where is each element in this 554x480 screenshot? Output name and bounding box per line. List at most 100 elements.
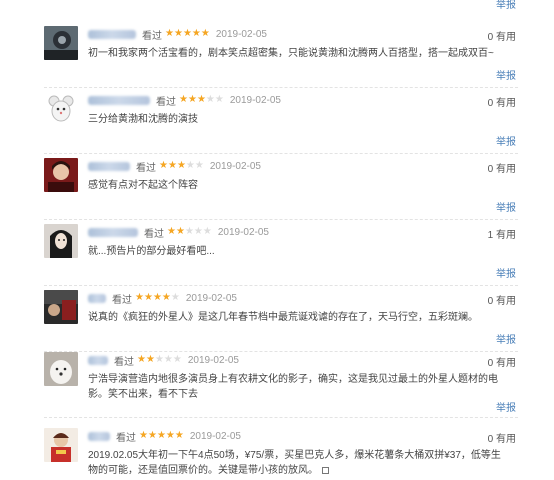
review-date: 2019-02-05 <box>185 292 237 304</box>
star-empty-icon: ★ <box>202 226 212 237</box>
review-item: 看过 ★ ★ ★ ★ ★ 2019-02-05 1 有用 就...预告片的部分最好看吧.… <box>0 220 554 286</box>
rating-stars: ★ ★ ★ ★ ★ <box>139 431 184 441</box>
star-empty-icon: ★ <box>154 354 164 365</box>
comment-text: 就...预告片的部分最好看吧... <box>88 246 215 257</box>
username-blurred[interactable] <box>88 293 106 303</box>
star-empty-icon: ★ <box>172 354 182 365</box>
star-filled-icon: ★ <box>187 94 197 105</box>
avatar[interactable] <box>44 352 78 386</box>
username-blurred[interactable] <box>88 355 108 365</box>
watch-status: 看过 <box>116 432 136 444</box>
star-filled-icon: ★ <box>179 94 188 105</box>
review-date: 2019-02-05 <box>229 94 281 106</box>
watch-status: 看过 <box>114 356 134 368</box>
review-date: 2019-02-05 <box>217 226 269 238</box>
useful-vote[interactable]: 0 有用 <box>488 292 516 307</box>
star-filled-icon: ★ <box>167 160 177 171</box>
star-filled-icon: ★ <box>137 354 146 365</box>
watch-status: 看过 <box>144 228 164 240</box>
comment-text: 2019.02.05大年初一下午4点50场，¥75/票，买星巴克人多，爆米花薯条… <box>88 448 502 478</box>
star-filled-icon: ★ <box>175 226 185 237</box>
star-filled-icon: ★ <box>139 430 148 441</box>
comment-text: 说真的《疯狂的外星人》是这几年春节档中最荒诞戏谑的存在了，天马行空，五彩斑斓。 <box>88 312 478 323</box>
comment-text-content: 2019.02.05大年初一下午4点50场，¥75/票，买星巴克人多，爆米花薯条… <box>88 450 501 476</box>
username-blurred[interactable] <box>88 95 150 105</box>
comment-text: 初一和我家两个活宝看的，剧本笑点超密集，只能说黄渤和沈腾两人百搭型，搭一起成双百… <box>88 48 494 59</box>
useful-vote[interactable]: 1 有用 <box>488 226 516 241</box>
divider <box>44 417 518 418</box>
image-icon <box>322 466 329 474</box>
star-filled-icon: ★ <box>176 160 186 171</box>
report-link-top[interactable]: 举报 <box>496 0 516 11</box>
star-filled-icon: ★ <box>165 430 175 441</box>
watch-status: 看过 <box>136 162 156 174</box>
report-link[interactable]: 举报 <box>496 133 516 148</box>
review-item: 看过 ★ ★ ★ ★ ★ 2019-02-05 0 有用 说真的《疯狂的外星人》是这几年… <box>0 286 554 352</box>
star-empty-icon: ★ <box>163 354 173 365</box>
avatar[interactable] <box>44 224 78 258</box>
star-filled-icon: ★ <box>200 28 210 39</box>
comment-text: 宁浩导演营造内地很多演员身上有农耕文化的影子，确实，这是我见过最土的外星人题材的… <box>88 374 498 400</box>
review-item: 看过 ★ ★ ★ ★ ★ 2019-02-05 0 有用 三分给黄渤和沈腾的演技 举报 <box>0 88 554 154</box>
star-empty-icon: ★ <box>205 94 215 105</box>
avatar[interactable] <box>44 428 78 462</box>
rating-stars: ★ ★ ★ ★ ★ <box>179 95 224 105</box>
rating-stars: ★ ★ ★ ★ ★ <box>167 227 212 237</box>
report-link[interactable]: 举报 <box>496 265 516 280</box>
star-filled-icon: ★ <box>152 292 162 303</box>
rating-stars: ★ ★ ★ ★ ★ <box>135 293 180 303</box>
star-filled-icon: ★ <box>161 292 171 303</box>
review-item: 看过 ★ ★ ★ ★ ★ 2019-02-05 0 有用 初一和我家两个活宝看的，剧本笑… <box>0 22 554 88</box>
useful-vote[interactable]: 0 有用 <box>488 430 516 445</box>
avatar[interactable] <box>44 290 78 324</box>
avatar[interactable] <box>44 92 78 126</box>
review-date: 2019-02-05 <box>215 28 267 40</box>
star-filled-icon: ★ <box>182 28 192 39</box>
avatar[interactable] <box>44 158 78 192</box>
username-blurred[interactable] <box>88 227 138 237</box>
review-date: 2019-02-05 <box>209 160 261 172</box>
watch-status: 看过 <box>142 30 162 42</box>
star-empty-icon: ★ <box>185 160 195 171</box>
report-link[interactable]: 举报 <box>496 331 516 346</box>
review-item: 看过 ★ ★ ★ ★ ★ 2019-02-05 0 有用 感觉有点对不起这个阵容 举报 <box>0 154 554 220</box>
watch-status: 看过 <box>112 294 132 306</box>
comment-text: 三分给黄渤和沈腾的演技 <box>88 114 198 125</box>
review-item: 看过 ★ ★ ★ ★ ★ 2019-02-05 0 有用 2019.02.05大年初一下… <box>0 424 554 480</box>
watch-status: 看过 <box>156 96 176 108</box>
report-link[interactable]: 举报 <box>496 399 516 414</box>
star-empty-icon: ★ <box>184 226 194 237</box>
star-filled-icon: ★ <box>135 292 144 303</box>
star-empty-icon: ★ <box>170 292 180 303</box>
username-blurred[interactable] <box>88 161 130 171</box>
useful-vote[interactable]: 0 有用 <box>488 354 516 369</box>
useful-vote[interactable]: 0 有用 <box>488 160 516 175</box>
rating-stars: ★ ★ ★ ★ ★ <box>159 161 204 171</box>
review-item: 看过 ★ ★ ★ ★ ★ 2019-02-05 0 有用 宁浩导演营造内地很多演员身上有… <box>0 348 554 418</box>
username-blurred[interactable] <box>88 431 110 441</box>
star-filled-icon: ★ <box>173 28 183 39</box>
star-filled-icon: ★ <box>167 226 176 237</box>
review-date: 2019-02-05 <box>187 354 239 366</box>
rating-stars: ★ ★ ★ ★ ★ <box>137 355 182 365</box>
username-blurred[interactable] <box>88 29 136 39</box>
star-empty-icon: ★ <box>214 94 224 105</box>
star-filled-icon: ★ <box>191 28 201 39</box>
star-filled-icon: ★ <box>145 354 155 365</box>
star-filled-icon: ★ <box>156 430 166 441</box>
report-link[interactable]: 举报 <box>496 199 516 214</box>
star-filled-icon: ★ <box>147 430 157 441</box>
useful-vote[interactable]: 0 有用 <box>488 94 516 109</box>
star-empty-icon: ★ <box>193 226 203 237</box>
star-filled-icon: ★ <box>174 430 184 441</box>
star-filled-icon: ★ <box>143 292 153 303</box>
star-filled-icon: ★ <box>165 28 174 39</box>
star-filled-icon: ★ <box>196 94 206 105</box>
report-link[interactable]: 举报 <box>496 67 516 82</box>
review-date: 2019-02-05 <box>189 430 241 442</box>
star-filled-icon: ★ <box>159 160 168 171</box>
star-empty-icon: ★ <box>194 160 204 171</box>
avatar[interactable] <box>44 26 78 60</box>
rating-stars: ★ ★ ★ ★ ★ <box>165 29 210 39</box>
useful-vote[interactable]: 0 有用 <box>488 28 516 43</box>
